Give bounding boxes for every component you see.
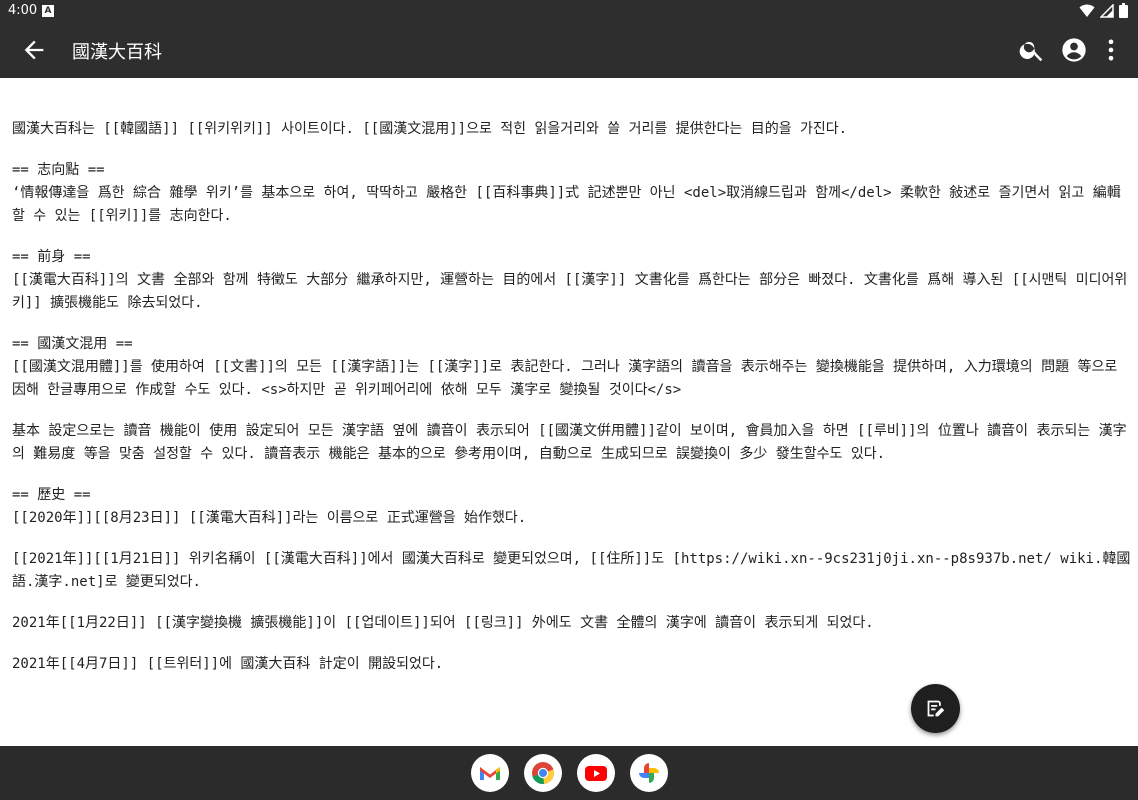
edit-note-icon xyxy=(927,700,945,717)
edit-fab-button[interactable] xyxy=(911,684,960,733)
notification-icon: A xyxy=(42,5,54,17)
youtube-icon xyxy=(585,766,607,781)
more-vert-icon[interactable] xyxy=(1097,36,1125,64)
status-time: 4:00 xyxy=(8,3,38,18)
section-history: == 歷史 == [[2020年]][[8月23日]] [[漢電大百科]]라는 … xyxy=(12,487,527,526)
page-title: 國漢大百科 xyxy=(72,42,162,63)
signal-icon xyxy=(1100,3,1114,18)
reading-settings-paragraph: 基本 設定으로는 讀音 機能이 使用 設定되어 모든 漢字語 옆에 讀音이 表示… xyxy=(12,423,1127,462)
back-arrow-icon[interactable] xyxy=(20,36,48,64)
section-predecessor: == 前身 == [[漢電大百科]]의 文書 全部와 함께 特徵도 大部分 繼承… xyxy=(12,249,1128,311)
app-bar: 國漢大百科 xyxy=(0,22,1138,78)
wifi-icon xyxy=(1079,4,1095,17)
section-mixed-script: == 國漢文混用 == [[國漢文混用體]]를 使用하여 [[文書]]의 모든 … xyxy=(12,336,1118,398)
intro-paragraph: 國漢大百科는 [[韓國語]] [[위키위키]] 사이트이다. [[國漢文混用]]… xyxy=(12,121,848,137)
dock-youtube[interactable] xyxy=(577,754,615,792)
status-bar: 4:00 A xyxy=(0,0,1138,22)
system-icons xyxy=(1079,3,1128,18)
section-vision: == 志向點 == ‘情報傳達을 爲한 綜合 雜學 위키’를 基本으로 하여, … xyxy=(12,162,1121,224)
dock-gmail[interactable] xyxy=(471,754,509,792)
account-icon[interactable] xyxy=(1060,36,1088,64)
dock-chrome[interactable] xyxy=(524,754,562,792)
history-paragraph-2021-01-21: [[2021年]][[1月21日]] 위키名稱이 [[漢電大百科]]에서 國漢大… xyxy=(12,551,1131,590)
gmail-icon xyxy=(480,767,500,780)
history-paragraph-2021-04-07: 2021年[[4月7日]] [[트위터]]에 國漢大百科 計定이 開設되었다. xyxy=(12,656,444,672)
history-paragraph-2021-01-22: 2021年[[1月22日]] [[漢字變換機 擴張機能]]이 [[업데이트]]되… xyxy=(12,615,874,631)
taskbar xyxy=(0,746,1138,800)
photos-icon xyxy=(639,763,659,783)
dock-photos[interactable] xyxy=(630,754,668,792)
battery-icon xyxy=(1119,3,1128,18)
article-content: 國漢大百科는 [[韓國語]] [[위키위키]] 사이트이다. [[國漢文混用]]… xyxy=(12,118,1132,694)
search-icon[interactable] xyxy=(1018,36,1046,64)
chrome-icon xyxy=(532,762,555,785)
